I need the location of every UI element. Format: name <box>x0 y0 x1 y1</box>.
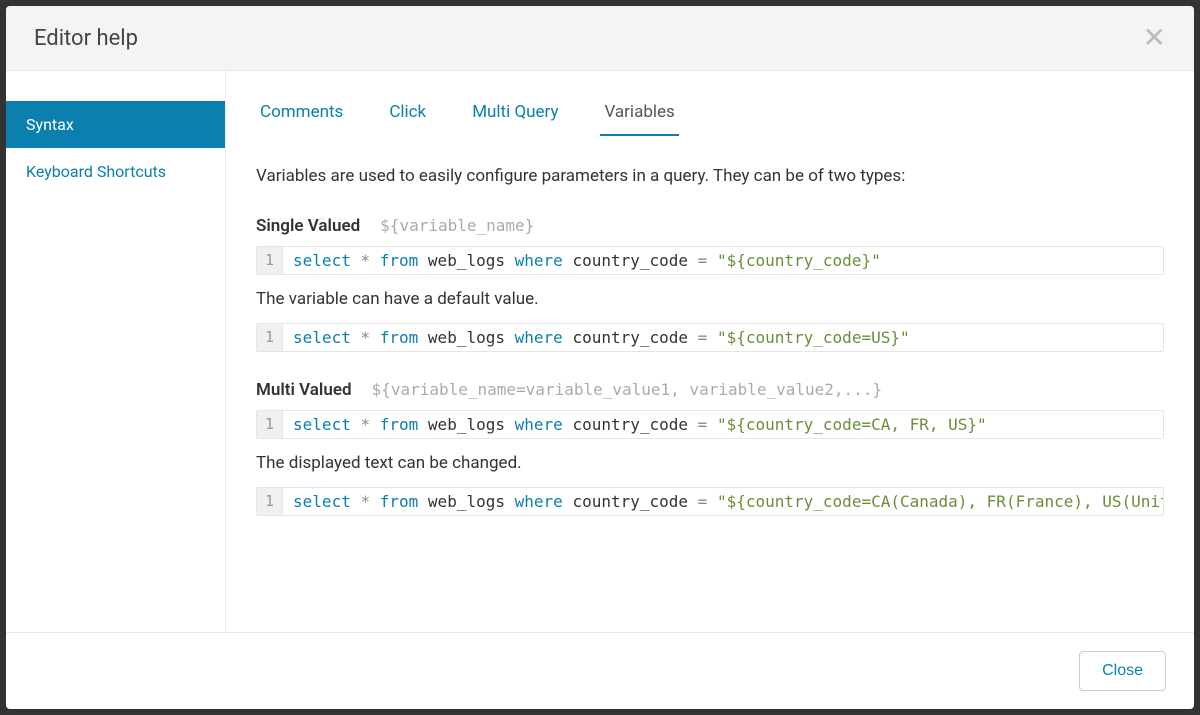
heading-template: ${variable_name=variable_value1, variabl… <box>372 380 883 399</box>
code-line: select * from web_logs where country_cod… <box>283 324 920 351</box>
close-icon[interactable]: ✕ <box>1143 24 1166 52</box>
tab-comments[interactable]: Comments <box>256 96 347 136</box>
modal-footer: Close <box>6 632 1194 709</box>
sidebar-item-label: Syntax <box>26 115 74 134</box>
code-token-keyword: from <box>380 415 419 434</box>
code-example-3: 1 select * from web_logs where country_c… <box>256 410 1164 439</box>
code-line-number: 1 <box>257 247 283 274</box>
modal-body: Syntax Keyboard Shortcuts Comments Click… <box>6 71 1194 632</box>
sidebar-item-keyboard-shortcuts[interactable]: Keyboard Shortcuts <box>6 148 225 195</box>
tabs: Comments Click Multi Query Variables <box>256 96 1164 136</box>
sidebar-item-label: Keyboard Shortcuts <box>26 162 166 181</box>
code-line: select * from web_logs where country_cod… <box>283 247 891 274</box>
code-token-star: * <box>360 251 370 270</box>
code-token-ident: web_logs <box>428 251 505 270</box>
code-token-op: = <box>698 492 708 511</box>
code-token-op: = <box>698 328 708 347</box>
tab-label: Comments <box>260 102 343 122</box>
code-line-number: 1 <box>257 324 283 351</box>
tab-click[interactable]: Click <box>385 96 430 136</box>
heading-template: ${variable_name} <box>380 216 534 235</box>
code-token-keyword: select <box>293 492 351 511</box>
close-button[interactable]: Close <box>1079 651 1166 691</box>
code-token-ident: country_code <box>572 492 688 511</box>
multi-valued-heading: Multi Valued ${variable_name=variable_va… <box>256 380 1164 400</box>
single-valued-heading: Single Valued ${variable_name} <box>256 216 1164 236</box>
code-token-op: = <box>698 415 708 434</box>
code-token-keyword: where <box>515 251 563 270</box>
code-token-string: "${country_code}" <box>717 251 881 270</box>
code-token-ident: country_code <box>572 328 688 347</box>
code-token-keyword: where <box>515 492 563 511</box>
code-token-keyword: from <box>380 492 419 511</box>
code-token-string: "${country_code=CA(Canada), FR(France), … <box>717 492 1163 511</box>
code-token-keyword: select <box>293 415 351 434</box>
code-token-keyword: where <box>515 415 563 434</box>
modal-title: Editor help <box>34 26 138 51</box>
code-token-keyword: from <box>380 328 419 347</box>
tab-variables[interactable]: Variables <box>600 96 678 136</box>
variables-intro: Variables are used to easily configure p… <box>256 166 1164 186</box>
editor-help-modal: Editor help ✕ Syntax Keyboard Shortcuts … <box>6 6 1194 709</box>
tab-label: Click <box>389 102 426 122</box>
code-line-number: 1 <box>257 411 283 438</box>
content-panel: Comments Click Multi Query Variables Var… <box>226 71 1194 632</box>
code-token-op: = <box>698 251 708 270</box>
code-token-string: "${country_code=CA, FR, US}" <box>717 415 987 434</box>
display-text-note: The displayed text can be changed. <box>256 453 1164 473</box>
code-token-star: * <box>360 415 370 434</box>
close-button-label: Close <box>1102 662 1143 679</box>
code-example-2: 1 select * from web_logs where country_c… <box>256 323 1164 352</box>
code-example-4: 1 select * from web_logs where country_c… <box>256 487 1164 516</box>
code-line-number: 1 <box>257 488 283 515</box>
tab-multi-query[interactable]: Multi Query <box>468 96 562 136</box>
code-token-star: * <box>360 492 370 511</box>
code-token-keyword: from <box>380 251 419 270</box>
code-token-keyword: select <box>293 328 351 347</box>
code-line: select * from web_logs where country_cod… <box>283 488 1163 515</box>
code-token-ident: web_logs <box>428 328 505 347</box>
tab-label: Multi Query <box>472 102 558 122</box>
tab-label: Variables <box>604 102 674 122</box>
code-token-ident: country_code <box>572 251 688 270</box>
modal-header: Editor help ✕ <box>6 6 1194 71</box>
default-value-note: The variable can have a default value. <box>256 289 1164 309</box>
sidebar-item-syntax[interactable]: Syntax <box>6 101 225 148</box>
heading-label: Multi Valued <box>256 380 352 400</box>
code-token-keyword: select <box>293 251 351 270</box>
code-line: select * from web_logs where country_cod… <box>283 411 997 438</box>
code-example-1: 1 select * from web_logs where country_c… <box>256 246 1164 275</box>
code-token-ident: country_code <box>572 415 688 434</box>
heading-label: Single Valued <box>256 216 360 236</box>
code-token-ident: web_logs <box>428 415 505 434</box>
code-token-ident: web_logs <box>428 492 505 511</box>
sidebar: Syntax Keyboard Shortcuts <box>6 71 226 632</box>
code-token-string: "${country_code=US}" <box>717 328 910 347</box>
code-token-star: * <box>360 328 370 347</box>
code-token-keyword: where <box>515 328 563 347</box>
